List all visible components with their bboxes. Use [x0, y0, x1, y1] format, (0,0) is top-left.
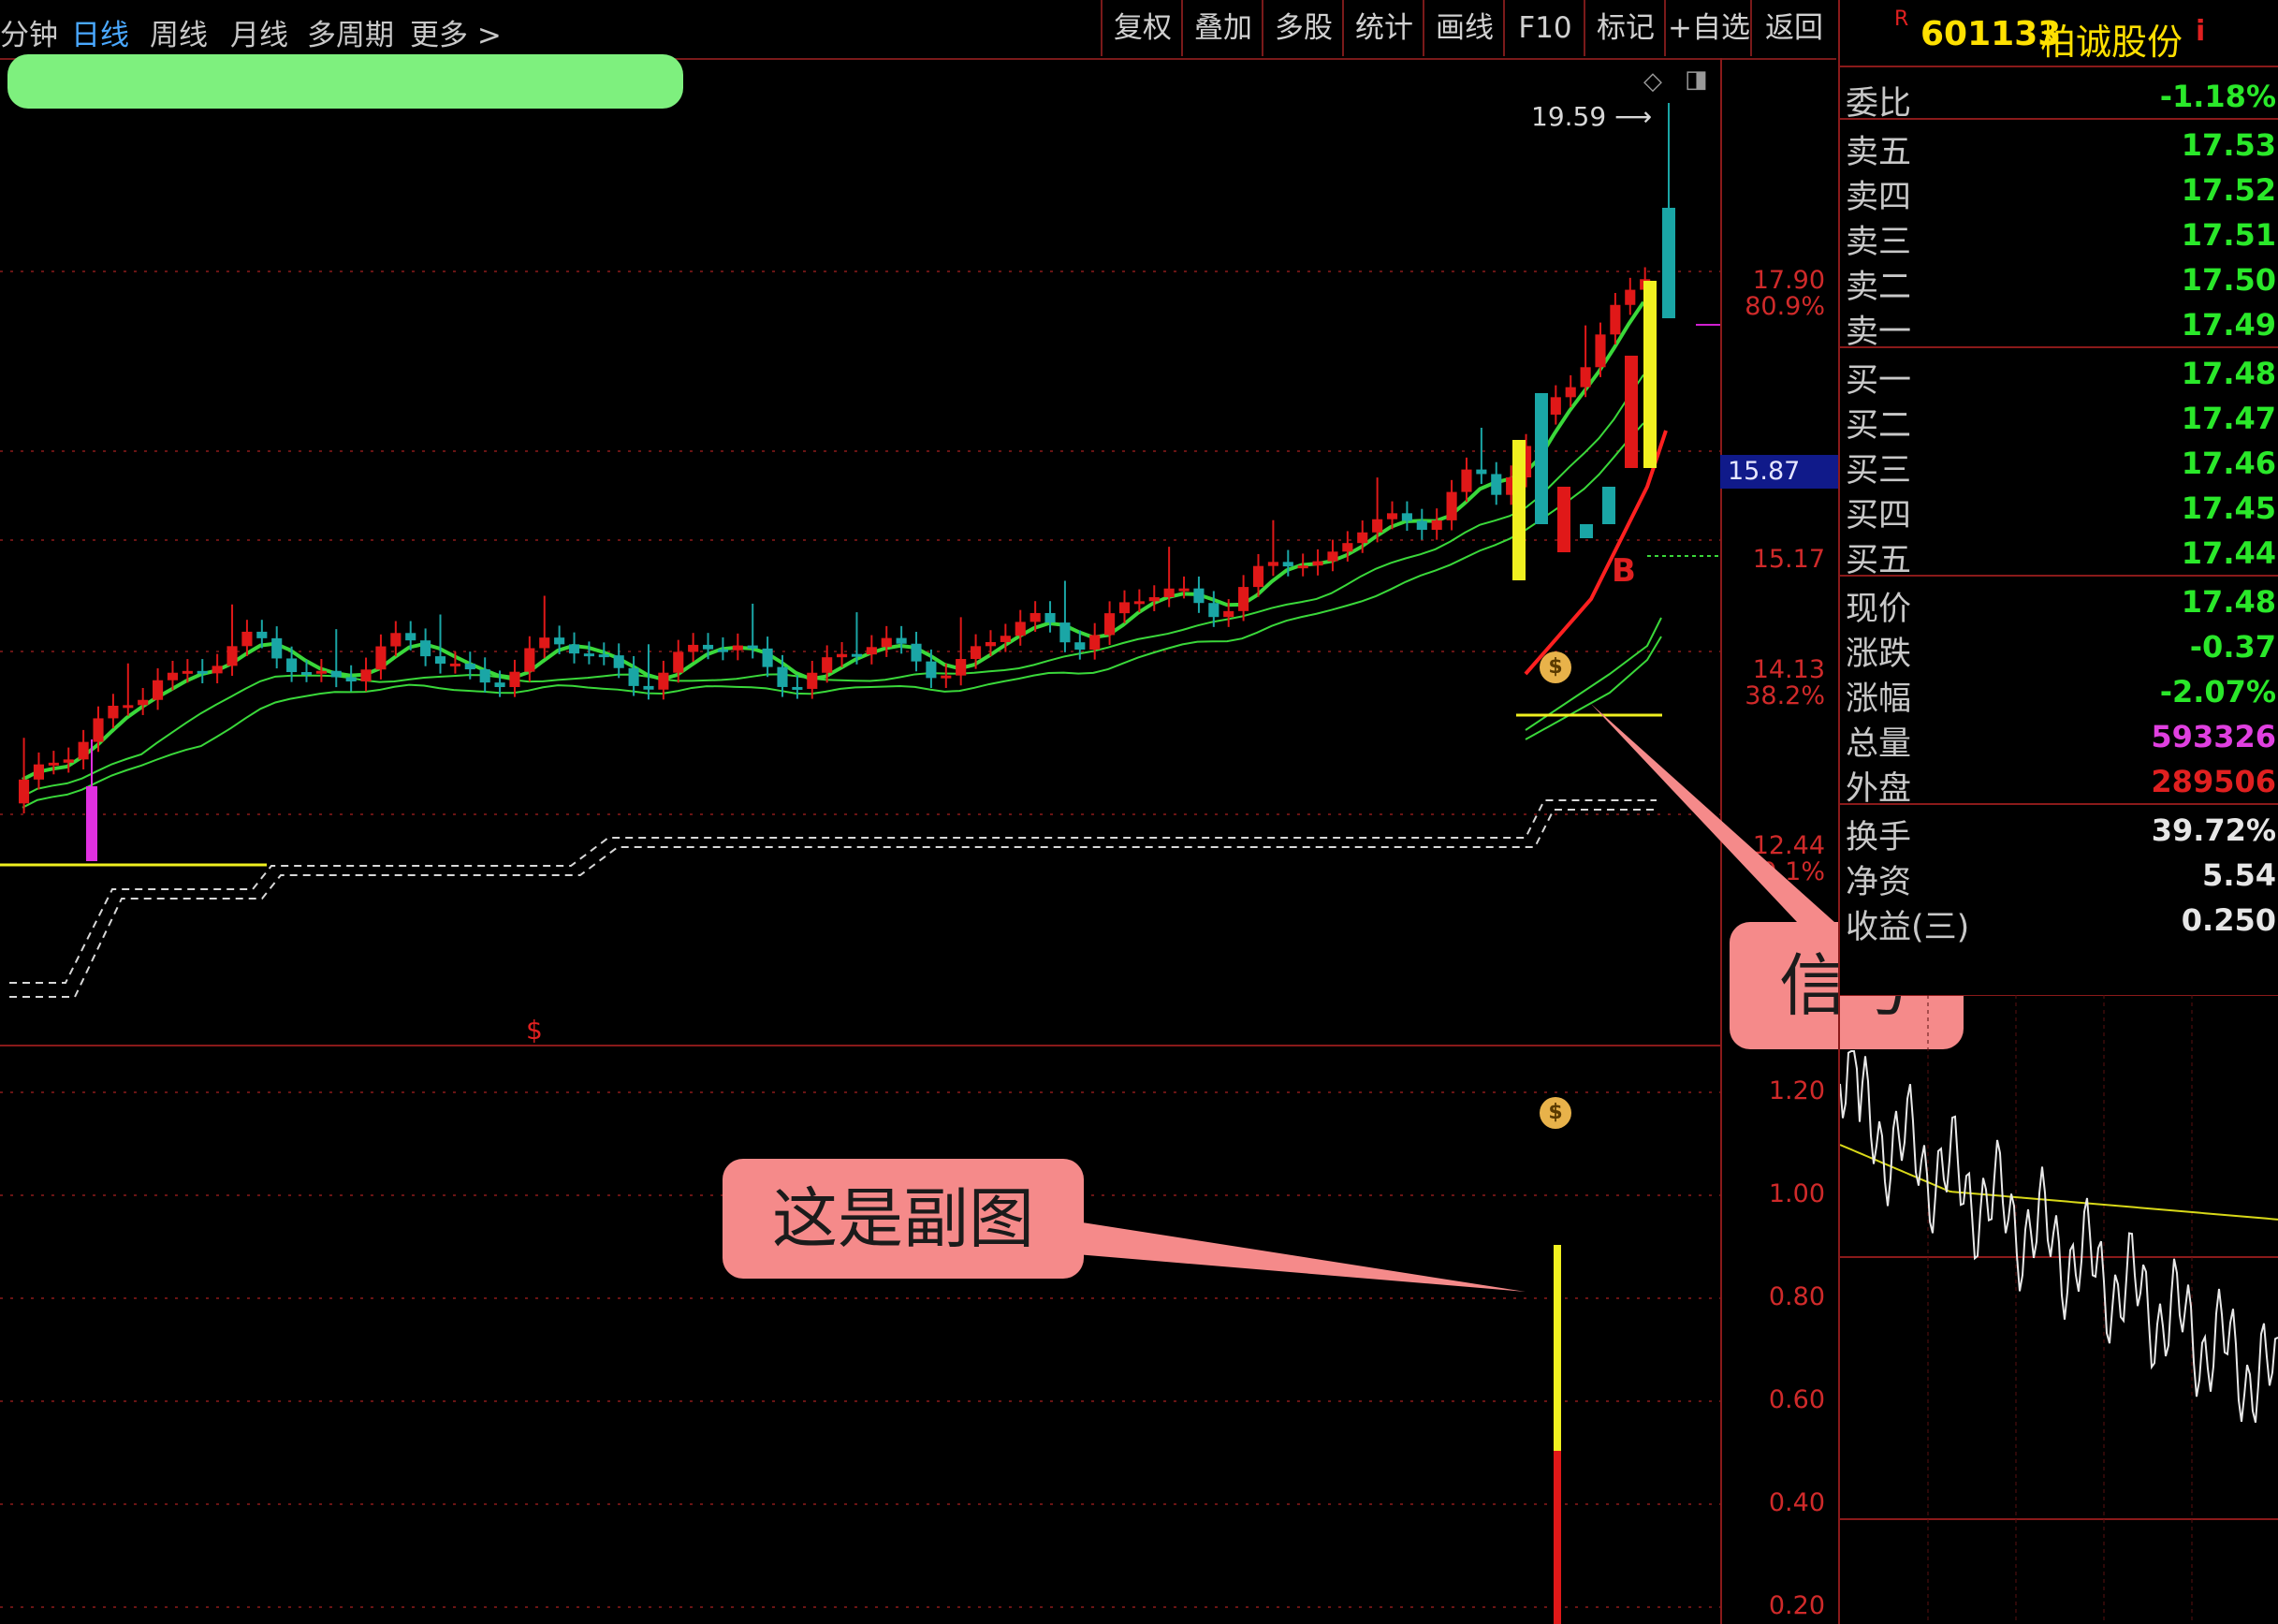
price-value: 17.48 [2181, 584, 2276, 620]
signal-callout-pointer [1591, 704, 1834, 922]
change-pct-value: -2.07% [2159, 674, 2276, 710]
price-line [1840, 1050, 2278, 1424]
ask-row[interactable]: 卖五 17.53 [1840, 122, 2278, 171]
stat-row: 收益(三) 0.250 [1840, 897, 2278, 946]
avg-price-line [1840, 1144, 2278, 1221]
bid1-value: 17.48 [2181, 356, 2276, 391]
stat-row: 净资 5.54 [1840, 852, 2278, 901]
bid-row[interactable]: 买二 17.47 [1840, 395, 2278, 445]
bid3-value: 17.46 [2181, 446, 2276, 481]
net-asset-value: 5.54 [2202, 857, 2276, 893]
eps-label: 收益(三) [1846, 909, 1970, 946]
ask-row[interactable]: 卖四 17.52 [1840, 167, 2278, 216]
volume-value: 593326 [2151, 719, 2276, 754]
stock-name: 柏诚股份 [2040, 22, 2183, 63]
ask-row[interactable]: 卖二 17.50 [1840, 256, 2278, 306]
info-icon[interactable]: i [2196, 15, 2205, 48]
ask3-value: 17.51 [2181, 217, 2276, 253]
turnover-value: 39.72% [2151, 812, 2276, 848]
bid-row[interactable]: 买五 17.44 [1840, 530, 2278, 579]
market-flag: R [1894, 7, 1909, 31]
ask4-value: 17.52 [2181, 172, 2276, 208]
stat-row: 换手 39.72% [1840, 807, 2278, 856]
bid-row[interactable]: 买四 17.45 [1840, 485, 2278, 534]
ask-row[interactable]: 卖一 17.49 [1840, 301, 2278, 351]
weibi-value: -1.18% [2159, 79, 2276, 114]
bid5-value: 17.44 [2181, 535, 2276, 571]
bid-row[interactable]: 买三 17.46 [1840, 440, 2278, 490]
ask-row[interactable]: 卖三 17.51 [1840, 212, 2278, 261]
bid-row[interactable]: 买一 17.48 [1840, 350, 2278, 400]
bid2-value: 17.47 [2181, 401, 2276, 436]
subchart-callout-pointer [1076, 1222, 1526, 1292]
stat-row: 涨跌 -0.37 [1840, 623, 2278, 673]
quote-panel: R 601133 柏诚股份 i 委比 -1.18% 卖五 17.53 卖四 17… [1838, 0, 2278, 995]
outer-value: 289506 [2151, 764, 2276, 799]
ask5-value: 17.53 [2181, 127, 2276, 163]
weibi-row: 委比 -1.18% [1840, 73, 2278, 123]
eps-value: 0.250 [2181, 902, 2276, 938]
stat-row: 涨幅 -2.07% [1840, 668, 2278, 718]
change-value: -0.37 [2189, 629, 2276, 665]
intraday-chart[interactable] [1838, 995, 2278, 1624]
bid4-value: 17.45 [2181, 490, 2276, 526]
stat-row: 现价 17.48 [1840, 578, 2278, 628]
ask1-value: 17.49 [2181, 307, 2276, 343]
stat-row: 外盘 289506 [1840, 758, 2278, 808]
ask2-value: 17.50 [2181, 262, 2276, 298]
subchart-callout: 这是副图 [723, 1159, 1084, 1279]
stat-row: 总量 593326 [1840, 713, 2278, 763]
quote-header: R 601133 柏诚股份 i [1840, 0, 2278, 67]
